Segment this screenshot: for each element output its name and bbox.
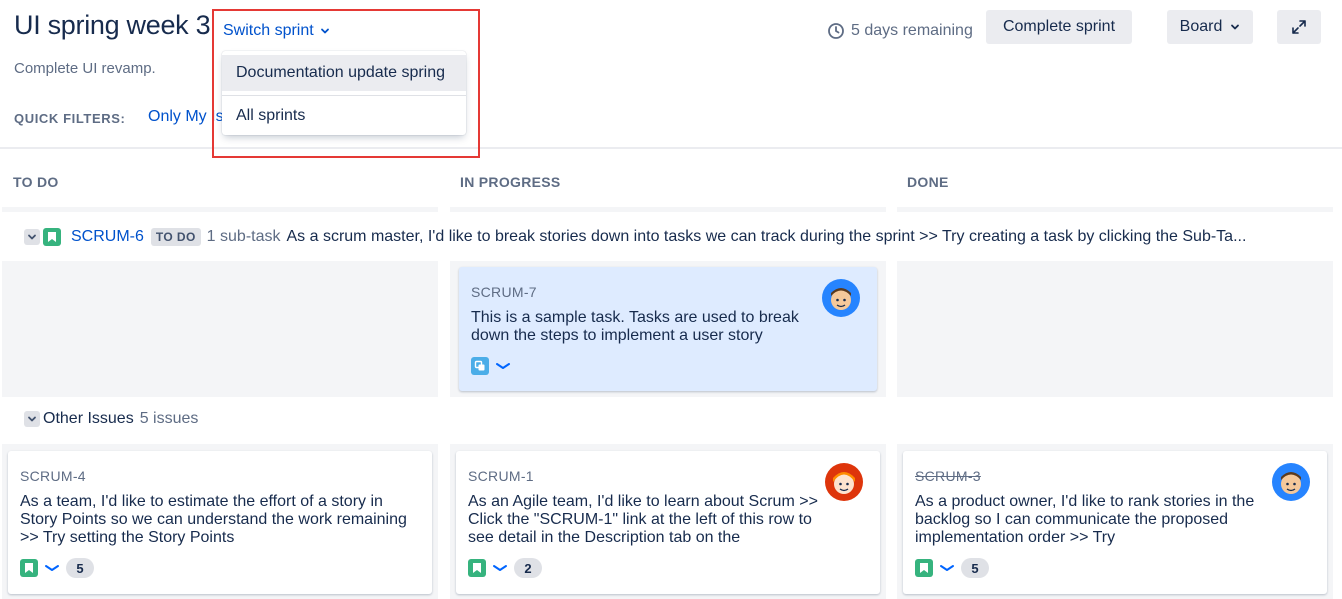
- status-lozenge: TO DO: [150, 228, 201, 246]
- switch-sprint-label: Switch sprint: [223, 22, 314, 39]
- complete-sprint-button[interactable]: Complete sprint: [986, 10, 1132, 44]
- issue-summary: As an Agile team, I'd like to learn abou…: [468, 493, 818, 546]
- story-points-badge: 2: [514, 558, 542, 578]
- quick-filters-label: QUICK FILTERS:: [14, 111, 126, 126]
- sprint-title: UI spring week 3: [14, 10, 211, 40]
- assignee-avatar[interactable]: [822, 279, 860, 317]
- story-points-badge: 5: [66, 558, 94, 578]
- only-my-issues-filter[interactable]: Only My Issues: [148, 108, 224, 126]
- column-done-bg: [897, 207, 1333, 212]
- header-divider: [0, 147, 1342, 149]
- card-footer: 2: [468, 558, 542, 578]
- column-header-done: DONE: [907, 174, 949, 190]
- card-footer: [471, 357, 511, 375]
- card-footer: 5: [915, 558, 989, 578]
- chevron-down-icon: [1231, 24, 1240, 30]
- priority-low-icon: [45, 565, 59, 571]
- priority-low-icon: [493, 565, 507, 571]
- issue-summary: This is a sample task. Tasks are used to…: [471, 309, 799, 344]
- other-issues-count: 5 issues: [139, 410, 199, 427]
- issue-card-scrum-1[interactable]: SCRUM-1 As an Agile team, I'd like to le…: [456, 451, 880, 594]
- priority-low-icon: [496, 363, 510, 369]
- chevron-down-icon: [28, 234, 36, 240]
- issue-key: SCRUM-3: [915, 468, 981, 484]
- menu-divider: [222, 95, 466, 96]
- story-icon: [43, 228, 61, 246]
- column-todo-bg: [2, 207, 438, 212]
- issue-key: SCRUM-1: [468, 468, 534, 484]
- sprint-option-all[interactable]: All sprints: [222, 98, 466, 134]
- assignee-avatar[interactable]: [825, 463, 863, 501]
- story-points-badge: 5: [961, 558, 989, 578]
- switch-sprint-menu: Documentation update spring All sprints: [222, 51, 466, 135]
- chevron-down-icon: [28, 416, 36, 422]
- chevron-down-icon: [320, 28, 329, 34]
- story-icon: [468, 559, 486, 577]
- subtask-icon: [471, 357, 489, 375]
- sprint-option-documentation[interactable]: Documentation update spring: [222, 55, 466, 91]
- collapse-toggle[interactable]: [24, 229, 40, 245]
- fullscreen-button[interactable]: [1277, 10, 1321, 44]
- board-menu-button[interactable]: Board: [1167, 10, 1253, 44]
- issue-key-link[interactable]: SCRUM-6: [71, 228, 144, 246]
- issue-card-scrum-7[interactable]: SCRUM-7 This is a sample task. Tasks are…: [459, 267, 877, 391]
- cell-todo-scrum-6: [2, 261, 438, 397]
- issue-key: SCRUM-7: [471, 284, 537, 300]
- time-remaining-label: 5 days remaining: [851, 22, 973, 39]
- priority-low-icon: [940, 565, 954, 571]
- issue-key: SCRUM-4: [20, 468, 86, 484]
- switch-sprint-button[interactable]: Switch sprint: [223, 22, 330, 40]
- other-issues-label: Other Issues: [43, 410, 134, 427]
- sprint-goal: Complete UI revamp.: [14, 60, 156, 77]
- card-footer: 5: [20, 558, 94, 578]
- clock-icon: [828, 23, 844, 39]
- issue-summary: As a product owner, I'd like to rank sto…: [915, 493, 1255, 546]
- board-label: Board: [1179, 18, 1223, 35]
- story-icon: [915, 559, 933, 577]
- swimlane-other-issues[interactable]: Other Issues 5 issues: [24, 410, 198, 428]
- story-icon: [20, 559, 38, 577]
- issue-card-scrum-3[interactable]: SCRUM-3 As a product owner, I'd like to …: [903, 451, 1327, 594]
- column-header-todo: TO DO: [13, 174, 59, 190]
- time-remaining: 5 days remaining: [827, 18, 973, 44]
- issue-card-scrum-4[interactable]: SCRUM-4 As a team, I'd like to estimate …: [8, 451, 432, 594]
- column-header-in-progress: IN PROGRESS: [460, 174, 561, 190]
- swimlane-summary: As a scrum master, I'd like to break sto…: [286, 228, 1247, 245]
- cell-done-scrum-6: [897, 261, 1333, 397]
- expand-icon: [1292, 20, 1306, 34]
- collapse-toggle[interactable]: [24, 411, 40, 427]
- column-in-progress-bg: [450, 207, 886, 212]
- issue-summary: As a team, I'd like to estimate the effo…: [20, 493, 407, 546]
- assignee-avatar[interactable]: [1272, 463, 1310, 501]
- swimlane-scrum-6[interactable]: SCRUM-6 TO DO 1 sub-task As a scrum mast…: [24, 226, 1324, 248]
- subtask-count: 1 sub-task: [206, 228, 281, 245]
